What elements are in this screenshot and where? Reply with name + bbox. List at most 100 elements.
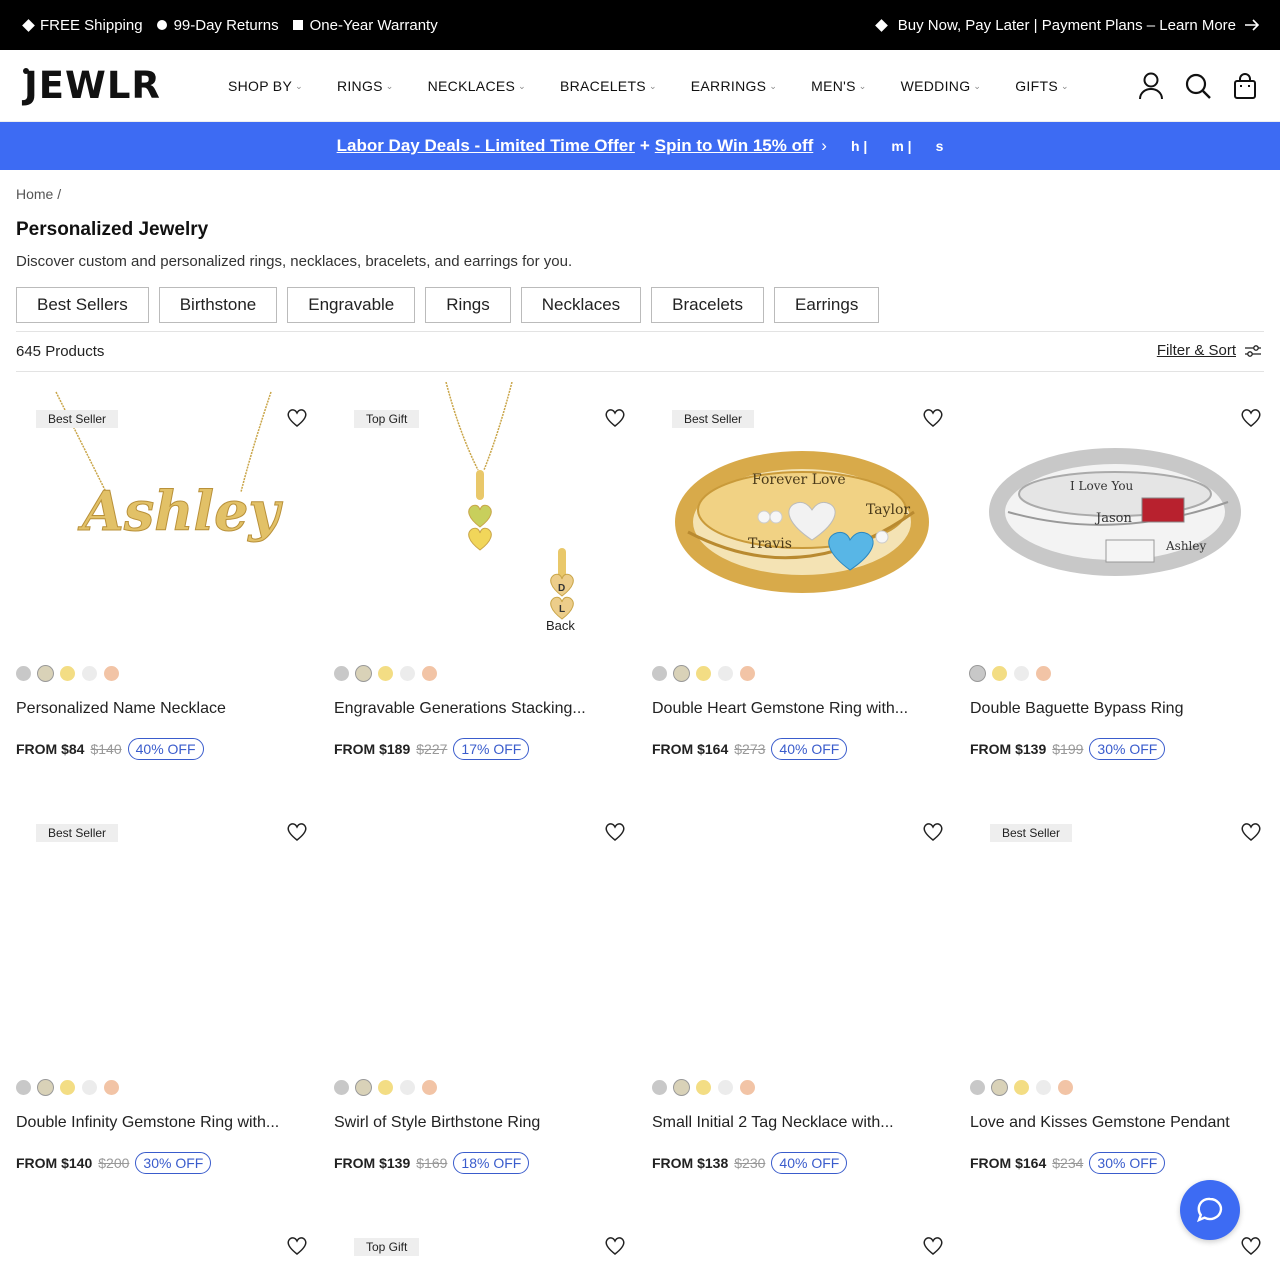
search-icon[interactable] (1184, 72, 1212, 100)
swatch-gold[interactable] (1014, 1080, 1029, 1095)
chip-earrings[interactable]: Earrings (774, 287, 880, 323)
product-card[interactable]: Ashley Best Seller Personalized Name Nec… (16, 382, 316, 782)
chat-support-button[interactable] (1180, 1180, 1240, 1240)
product-name[interactable]: Love and Kisses Gemstone Pendant (970, 1114, 1230, 1132)
returns-item[interactable]: 99-Day Returns (156, 17, 279, 34)
swatch-two-tone[interactable] (992, 1080, 1007, 1095)
swatch-silver[interactable] (970, 666, 985, 681)
heart-icon[interactable] (1240, 1236, 1262, 1256)
breadcrumb[interactable]: Home / (16, 186, 61, 202)
swatch-silver[interactable] (16, 666, 31, 681)
product-name[interactable]: Double Baguette Bypass Ring (970, 700, 1183, 718)
filter-sort-button[interactable]: Filter & Sort (1157, 342, 1262, 359)
swatch-rose[interactable] (740, 666, 755, 681)
product-card[interactable]: Best Seller Double Infinity Gemstone Rin… (16, 796, 316, 1196)
swatch-white[interactable] (718, 1080, 733, 1095)
swatch-white[interactable] (400, 1080, 415, 1095)
swatch-gold[interactable] (992, 666, 1007, 681)
nav-earrings[interactable]: EARRINGS ⌄ (691, 78, 777, 94)
swatch-gold[interactable] (696, 666, 711, 681)
back-view-label[interactable]: Back (546, 618, 575, 633)
nav-rings[interactable]: RINGS ⌄ (337, 78, 394, 94)
nav-necklaces[interactable]: NECKLACES ⌄ (428, 78, 526, 94)
product-card[interactable]: Swirl of Style Birthstone Ring FROM $139… (334, 796, 634, 1196)
account-icon[interactable] (1138, 72, 1164, 100)
labor-day-deal-link[interactable]: Labor Day Deals - Limited Time Offer (337, 136, 635, 156)
swatch-rose[interactable] (104, 1080, 119, 1095)
spin-to-win-link[interactable]: Spin to Win 15% off (655, 136, 814, 156)
product-card[interactable]: Best Seller Love and Kisses Gemstone Pen… (970, 796, 1270, 1196)
swatch-two-tone[interactable] (38, 1080, 53, 1095)
product-card[interactable]: D L Back Top Gift Engravable Generations… (334, 382, 634, 782)
swatch-silver[interactable] (334, 1080, 349, 1095)
product-card[interactable]: Forever Love Travis Taylor Best Seller D… (652, 382, 952, 782)
product-image[interactable] (652, 796, 952, 1058)
jewlr-logo[interactable]: JEWLR (23, 67, 161, 104)
product-image[interactable]: I Love You Jason Ashley (970, 382, 1270, 644)
heart-icon[interactable] (604, 408, 626, 428)
heart-icon[interactable] (1240, 408, 1262, 428)
payment-plans-link[interactable]: Buy Now, Pay Later | Payment Plans – Lea… (874, 0, 1260, 50)
nav-bracelets[interactable]: BRACELETS ⌄ (560, 78, 657, 94)
product-card[interactable] (16, 1210, 316, 1280)
heart-icon[interactable] (922, 822, 944, 842)
swatch-silver[interactable] (652, 1080, 667, 1095)
swatch-two-tone[interactable] (356, 1080, 371, 1095)
swatch-gold[interactable] (60, 1080, 75, 1095)
swatch-two-tone[interactable] (674, 1080, 689, 1095)
swatch-rose[interactable] (740, 1080, 755, 1095)
product-name[interactable]: Engravable Generations Stacking... (334, 700, 586, 718)
chip-bracelets[interactable]: Bracelets (651, 287, 765, 323)
heart-icon[interactable] (604, 822, 626, 842)
swatch-gold[interactable] (378, 1080, 393, 1095)
swatch-two-tone[interactable] (674, 666, 689, 681)
cart-icon[interactable] (1232, 72, 1258, 100)
product-card[interactable]: Top Gift (334, 1210, 634, 1280)
product-card[interactable] (652, 1210, 952, 1280)
swatch-silver[interactable] (16, 1080, 31, 1095)
swatch-rose[interactable] (104, 666, 119, 681)
heart-icon[interactable] (1240, 822, 1262, 842)
swatch-rose[interactable] (422, 1080, 437, 1095)
nav-shop-by[interactable]: SHOP BY ⌄ (228, 78, 303, 94)
swatch-gold[interactable] (696, 1080, 711, 1095)
heart-icon[interactable] (922, 408, 944, 428)
product-name[interactable]: Double Heart Gemstone Ring with... (652, 700, 908, 718)
warranty-item[interactable]: One-Year Warranty (292, 17, 438, 34)
product-name[interactable]: Personalized Name Necklace (16, 700, 226, 718)
swatch-white[interactable] (1014, 666, 1029, 681)
chip-birthstone[interactable]: Birthstone (158, 287, 278, 323)
swatch-white[interactable] (82, 1080, 97, 1095)
chip-rings[interactable]: Rings (425, 287, 511, 323)
nav-wedding[interactable]: WEDDING ⌄ (901, 78, 982, 94)
nav-mens[interactable]: MEN'S ⌄ (811, 78, 866, 94)
swatch-white[interactable] (1036, 1080, 1051, 1095)
swatch-white[interactable] (718, 666, 733, 681)
product-card[interactable]: Small Initial 2 Tag Necklace with... FRO… (652, 796, 952, 1196)
chip-necklaces[interactable]: Necklaces (520, 287, 642, 323)
heart-icon[interactable] (286, 1236, 308, 1256)
free-shipping-item[interactable]: FREE Shipping (22, 17, 143, 34)
swatch-rose[interactable] (1036, 666, 1051, 681)
swatch-silver[interactable] (334, 666, 349, 681)
swatch-gold[interactable] (60, 666, 75, 681)
heart-icon[interactable] (922, 1236, 944, 1256)
chip-engravable[interactable]: Engravable (287, 287, 416, 323)
nav-gifts[interactable]: GIFTS ⌄ (1015, 78, 1069, 94)
swatch-silver[interactable] (970, 1080, 985, 1095)
heart-icon[interactable] (604, 1236, 626, 1256)
chip-best-sellers[interactable]: Best Sellers (16, 287, 149, 323)
product-name[interactable]: Swirl of Style Birthstone Ring (334, 1114, 540, 1132)
swatch-gold[interactable] (378, 666, 393, 681)
swatch-two-tone[interactable] (356, 666, 371, 681)
swatch-white[interactable] (400, 666, 415, 681)
swatch-rose[interactable] (422, 666, 437, 681)
product-name[interactable]: Double Infinity Gemstone Ring with... (16, 1114, 279, 1132)
swatch-white[interactable] (82, 666, 97, 681)
product-card[interactable]: I Love You Jason Ashley Double Baguette … (970, 382, 1270, 782)
swatch-silver[interactable] (652, 666, 667, 681)
sale-banner[interactable]: Labor Day Deals - Limited Time Offer + S… (0, 122, 1280, 170)
product-image[interactable] (334, 796, 634, 1058)
heart-icon[interactable] (286, 822, 308, 842)
swatch-two-tone[interactable] (38, 666, 53, 681)
